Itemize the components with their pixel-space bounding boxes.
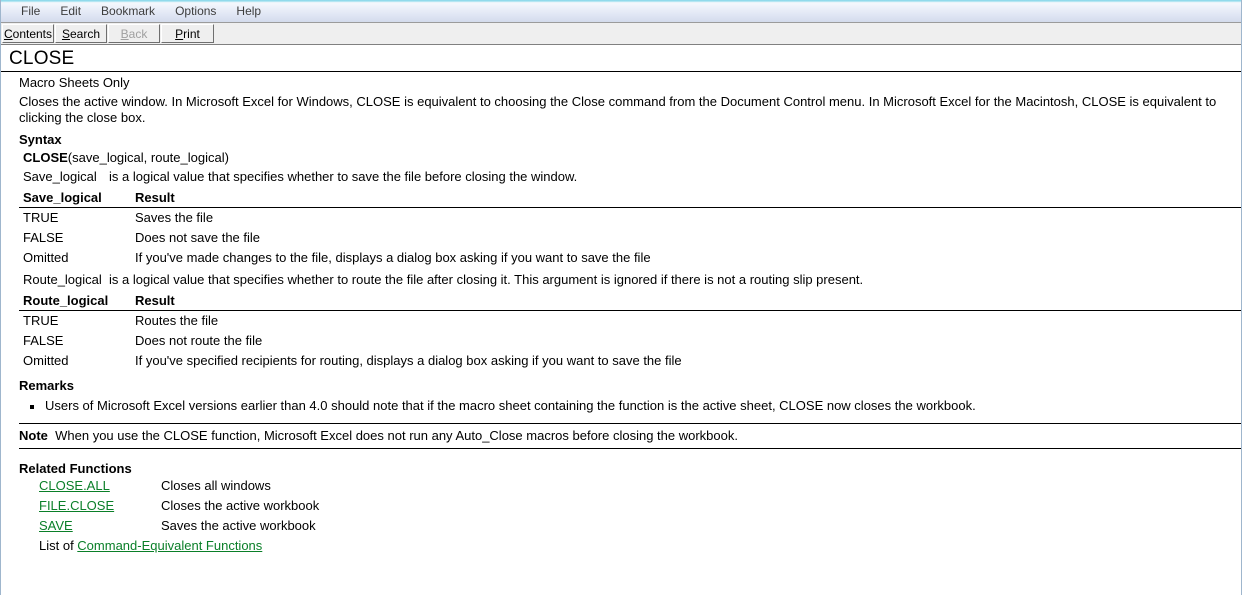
topic-description: Closes the active window. In Microsoft E… xyxy=(19,94,1217,125)
argument-description-save-logical: Save_logical is a logical value that spec… xyxy=(1,165,1241,184)
menu-item-options[interactable]: Options xyxy=(165,0,226,22)
cell-result: If you've made changes to the file, disp… xyxy=(135,250,651,265)
related-functions-heading: Related Functions xyxy=(19,461,132,476)
back-button-accel: B xyxy=(120,26,129,41)
list-of-prefix: List of xyxy=(39,538,78,553)
cell-result: If you've specified recipients for routi… xyxy=(135,353,682,368)
argument-text-save-logical: is a logical value that specifies whethe… xyxy=(109,169,578,184)
table-row: FALSE Does not save the file xyxy=(1,228,1241,248)
related-function-link-wrap: CLOSE.ALL xyxy=(39,476,161,496)
save-logical-table: Save_logical Result TRUE Saves the file … xyxy=(1,190,1241,268)
cell-result: Does not save the file xyxy=(135,230,261,245)
link-close-all[interactable]: CLOSE.ALL xyxy=(39,478,110,493)
search-button-accel: S xyxy=(61,26,70,41)
syntax-signature: CLOSE(save_logical, route_logical) xyxy=(1,147,1241,165)
related-function-row: SAVE Saves the active workbook xyxy=(1,516,1241,536)
table-row: TRUE Saves the file xyxy=(1,208,1241,228)
table-row: Omitted If you've made changes to the fi… xyxy=(1,248,1241,268)
related-function-link-wrap: SAVE xyxy=(39,516,161,536)
cell-value: TRUE xyxy=(23,210,59,225)
syntax-arguments: (save_logical, route_logical) xyxy=(67,150,229,165)
cell-value: FALSE xyxy=(23,230,64,245)
related-function-row: CLOSE.ALL Closes all windows xyxy=(1,476,1241,496)
table-header-result: Result xyxy=(135,293,175,308)
search-button-label: earch xyxy=(69,26,101,41)
note-text-row: Note When you use the CLOSE function, Mi… xyxy=(1,424,1241,448)
help-topic-content: CLOSE Macro Sheets Only Closes the activ… xyxy=(1,45,1241,594)
cell-result: Saves the file xyxy=(135,210,214,225)
note-block: Note When you use the CLOSE function, Mi… xyxy=(1,423,1241,449)
table-header-row: Route_logical Result xyxy=(1,293,1241,308)
applies-to-label: Macro Sheets Only xyxy=(19,75,130,90)
note-text: When you use the CLOSE function, Microso… xyxy=(55,428,738,443)
related-function-description: Closes the active workbook xyxy=(161,498,320,513)
menu-item-file[interactable]: File xyxy=(11,0,50,22)
contents-button-label: ontents xyxy=(12,26,53,41)
syntax-heading: Syntax xyxy=(19,132,62,147)
toolbar: Contents Search Back Print xyxy=(1,23,1241,45)
cell-result: Routes the file xyxy=(135,313,219,328)
argument-description-route-logical: Route_logical is a logical value that spe… xyxy=(1,268,1241,287)
print-button-accel: P xyxy=(175,26,184,41)
print-button-label: rint xyxy=(183,26,200,41)
link-command-equivalent-functions[interactable]: Command-Equivalent Functions xyxy=(77,538,262,553)
table-header-save-logical: Save_logical xyxy=(23,190,102,205)
argument-name-route-logical: Route_logical xyxy=(23,272,102,287)
syntax-function-name: CLOSE xyxy=(23,150,68,165)
menu-item-edit[interactable]: Edit xyxy=(50,0,91,22)
table-row: FALSE Does not route the file xyxy=(1,331,1241,351)
back-button: Back xyxy=(108,24,160,43)
toolbar-empty-area xyxy=(214,23,1241,44)
link-file-close[interactable]: FILE.CLOSE xyxy=(39,498,114,513)
cell-result: Does not route the file xyxy=(135,333,263,348)
contents-button[interactable]: Contents xyxy=(2,24,54,43)
page-title: CLOSE xyxy=(9,48,75,69)
table-header-route-logical: Route_logical xyxy=(23,293,109,308)
cell-value: FALSE xyxy=(23,333,64,348)
link-save[interactable]: SAVE xyxy=(39,518,73,533)
argument-name-save-logical: Save_logical xyxy=(23,169,97,184)
related-function-description: Saves the active workbook xyxy=(161,518,316,533)
list-of-row: List of Command-Equivalent Functions xyxy=(1,536,1241,553)
remarks-heading: Remarks xyxy=(19,378,74,393)
note-label: Note xyxy=(19,428,48,443)
cell-value: Omitted xyxy=(23,353,69,368)
menu-item-help[interactable]: Help xyxy=(226,0,271,22)
contents-button-accel: C xyxy=(3,26,13,41)
cell-value: TRUE xyxy=(23,313,59,328)
table-header-row: Save_logical Result xyxy=(1,190,1241,205)
cell-value: Omitted xyxy=(23,250,69,265)
menu-bar: File Edit Bookmark Options Help xyxy=(1,0,1241,23)
help-window: File Edit Bookmark Options Help Contents… xyxy=(0,0,1242,595)
table-row: TRUE Routes the file xyxy=(1,311,1241,331)
related-function-row: FILE.CLOSE Closes the active workbook xyxy=(1,496,1241,516)
route-logical-table: Route_logical Result TRUE Routes the fil… xyxy=(1,293,1241,371)
print-button[interactable]: Print xyxy=(161,24,214,43)
related-function-description: Closes all windows xyxy=(161,478,271,493)
search-button[interactable]: Search xyxy=(55,24,107,43)
list-item: Users of Microsoft Excel versions earlie… xyxy=(1,395,1241,413)
remarks-list: Users of Microsoft Excel versions earlie… xyxy=(1,395,1241,413)
menu-item-bookmark[interactable]: Bookmark xyxy=(91,0,165,22)
table-row: Omitted If you've specified recipients f… xyxy=(1,351,1241,371)
back-button-label: ack xyxy=(128,26,148,41)
table-header-result: Result xyxy=(135,190,175,205)
related-function-link-wrap: FILE.CLOSE xyxy=(39,496,161,516)
argument-text-route-logical: is a logical value that specifies whethe… xyxy=(109,272,864,287)
